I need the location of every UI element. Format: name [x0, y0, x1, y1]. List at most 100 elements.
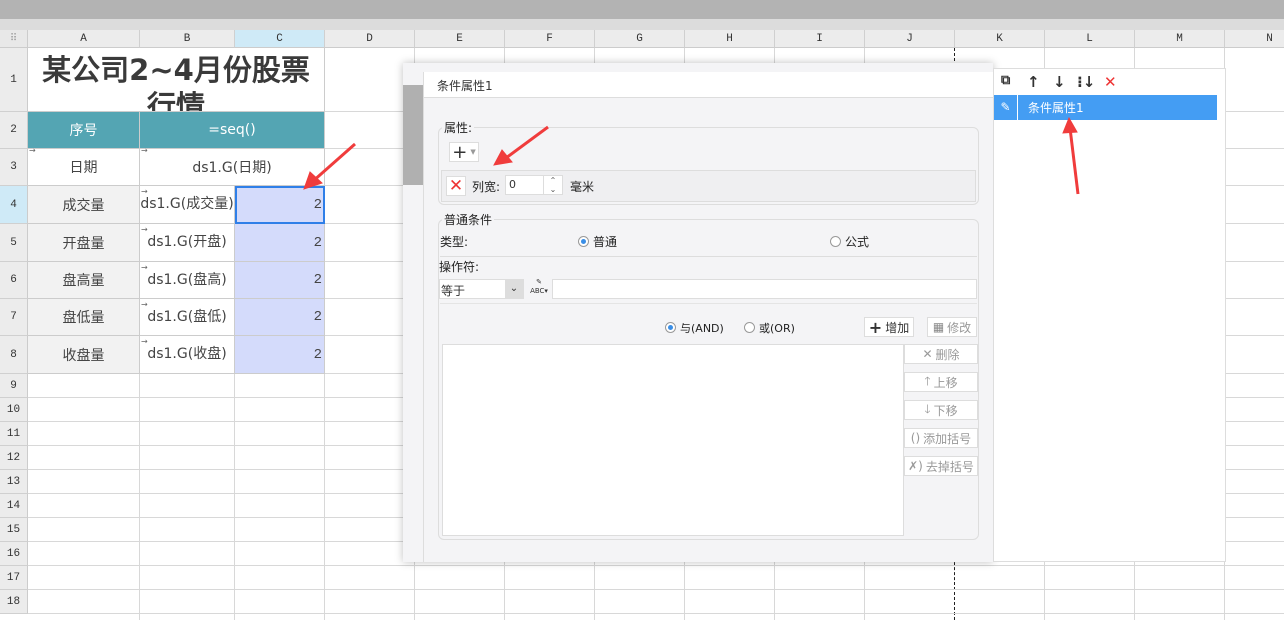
column-header-l[interactable]: L: [1045, 30, 1135, 48]
row-header-7[interactable]: 7: [0, 299, 28, 336]
column-header-j[interactable]: J: [865, 30, 955, 48]
row-header-18[interactable]: 18: [0, 590, 28, 614]
select-all-corner[interactable]: ⠿: [0, 30, 28, 48]
divider: [440, 256, 977, 257]
column-header-b[interactable]: B: [140, 30, 235, 48]
grid-line: [28, 589, 1284, 590]
cell-c8[interactable]: 2: [235, 336, 325, 374]
row-header-17[interactable]: 17: [0, 566, 28, 590]
operator-label: 操作符:: [439, 260, 480, 274]
cell-c7[interactable]: 2: [235, 299, 325, 336]
cell-b8[interactable]: → ds1.G(收盘): [140, 336, 235, 374]
column-header-a[interactable]: A: [28, 30, 140, 48]
expand-arrow-icon: →: [141, 225, 148, 234]
unit-label: 毫米: [570, 180, 595, 194]
row-header-3[interactable]: 3: [0, 149, 28, 186]
cell-b2[interactable]: =seq(): [140, 112, 325, 149]
move-up-button[interactable]: 🡑 上移: [904, 372, 978, 392]
operator-select[interactable]: 等于 ⌄: [439, 279, 524, 299]
delete-icon[interactable]: ✕: [1104, 73, 1117, 91]
row-header-12[interactable]: 12: [0, 446, 28, 470]
cell-text: 日期: [69, 160, 98, 176]
cell-text: ds1.G(收盘): [147, 346, 227, 362]
row-header-1[interactable]: 1: [0, 48, 28, 112]
or-radio[interactable]: 或(OR): [744, 320, 795, 336]
arrow-up-icon: 🡑: [924, 373, 931, 388]
type-formula-radio[interactable]: 公式: [830, 233, 869, 250]
cell-c5[interactable]: 2: [235, 224, 325, 262]
add-attr-button[interactable]: + ▼: [449, 142, 479, 163]
arrow-up-icon[interactable]: ↑: [1027, 73, 1040, 91]
cell-b7[interactable]: → ds1.G(盘低): [140, 299, 235, 336]
column-header-d[interactable]: D: [325, 30, 415, 48]
row-header-6[interactable]: 6: [0, 262, 28, 299]
cell-text: ds1.G(成交量): [140, 196, 234, 212]
cell-a7[interactable]: 盘低量: [28, 299, 140, 336]
type-normal-radio[interactable]: 普通: [578, 233, 617, 250]
row-header-2[interactable]: 2: [0, 112, 28, 149]
row-header-5[interactable]: 5: [0, 224, 28, 262]
row-header-9[interactable]: 9: [0, 374, 28, 398]
col-width-stepper[interactable]: ⌃ ⌄: [543, 176, 562, 194]
copy-icon[interactable]: ⧉: [1001, 73, 1010, 88]
type-label: 类型:: [440, 235, 469, 249]
cell-b3[interactable]: → ds1.G(日期): [140, 146, 325, 186]
cell-a3[interactable]: → 日期: [28, 146, 140, 186]
row-header-14[interactable]: 14: [0, 494, 28, 518]
expand-arrow-icon: →: [141, 263, 148, 272]
condition-list-item[interactable]: ✎ 条件属性1: [994, 95, 1217, 120]
cell-c4[interactable]: 2: [235, 186, 325, 224]
grid-line: [28, 565, 1284, 566]
value-type-button[interactable]: ✎ ABC▾: [528, 278, 550, 300]
row-header-8[interactable]: 8: [0, 336, 28, 374]
remove-parenthesis-button[interactable]: ✗) 去掉括号: [904, 456, 978, 476]
column-header-e[interactable]: E: [415, 30, 505, 48]
col-width-label: 列宽:: [472, 180, 501, 194]
row-header-10[interactable]: 10: [0, 398, 28, 422]
arrow-down-icon[interactable]: ↓: [1053, 73, 1066, 91]
cell-a4[interactable]: 成交量: [28, 186, 140, 224]
column-header-k[interactable]: K: [955, 30, 1045, 48]
row-header-15[interactable]: 15: [0, 518, 28, 542]
arrow-down-icon: 🡓: [924, 401, 931, 416]
divider: [440, 303, 977, 304]
remove-attr-button[interactable]: ✕: [446, 176, 466, 196]
delete-condition-button[interactable]: ✕ 删除: [904, 344, 978, 364]
column-header-n[interactable]: N: [1225, 30, 1284, 48]
radio-checked-icon: [578, 236, 589, 247]
expand-arrow-icon: →: [141, 300, 148, 309]
move-to-bottom-icon[interactable]: ⁝↓: [1077, 73, 1095, 91]
cell-text: 收盘量: [62, 347, 105, 364]
background-window: [403, 85, 423, 185]
condition-value-input[interactable]: [552, 279, 977, 299]
column-header-m[interactable]: M: [1135, 30, 1225, 48]
cell-a8[interactable]: 收盘量: [28, 336, 140, 374]
add-parenthesis-button[interactable]: () 添加括号: [904, 428, 978, 448]
condition-list[interactable]: [442, 344, 904, 536]
toolbar-area: [0, 0, 1284, 19]
cell-b4[interactable]: → ds1.G(成交量): [140, 186, 235, 224]
cell-a2[interactable]: 序号: [28, 112, 140, 149]
cell-c6[interactable]: 2: [235, 262, 325, 299]
cell-a5[interactable]: 开盘量: [28, 224, 140, 262]
and-radio[interactable]: 与(AND): [665, 320, 724, 336]
cell-a6[interactable]: 盘高量: [28, 262, 140, 299]
chevron-down-icon: ⌄: [505, 280, 523, 298]
cell-b6[interactable]: → ds1.G(盘高): [140, 262, 235, 299]
row-header-11[interactable]: 11: [0, 422, 28, 446]
toolbar-strip: [0, 19, 1284, 30]
column-header-i[interactable]: I: [775, 30, 865, 48]
title-cell[interactable]: 某公司2~4月份股票行情: [28, 48, 325, 112]
move-down-button[interactable]: 🡓 下移: [904, 400, 978, 420]
column-header-f[interactable]: F: [505, 30, 595, 48]
gear-icon: ▦: [932, 320, 945, 334]
row-header-13[interactable]: 13: [0, 470, 28, 494]
column-header-h[interactable]: H: [685, 30, 775, 48]
row-header-16[interactable]: 16: [0, 542, 28, 566]
column-header-g[interactable]: G: [595, 30, 685, 48]
column-header-c[interactable]: C: [235, 30, 325, 48]
add-condition-button[interactable]: + 增加: [864, 317, 914, 337]
cell-b5[interactable]: → ds1.G(开盘): [140, 224, 235, 262]
modify-condition-button[interactable]: ▦ 修改: [927, 317, 977, 337]
row-header-4[interactable]: 4: [0, 186, 28, 224]
